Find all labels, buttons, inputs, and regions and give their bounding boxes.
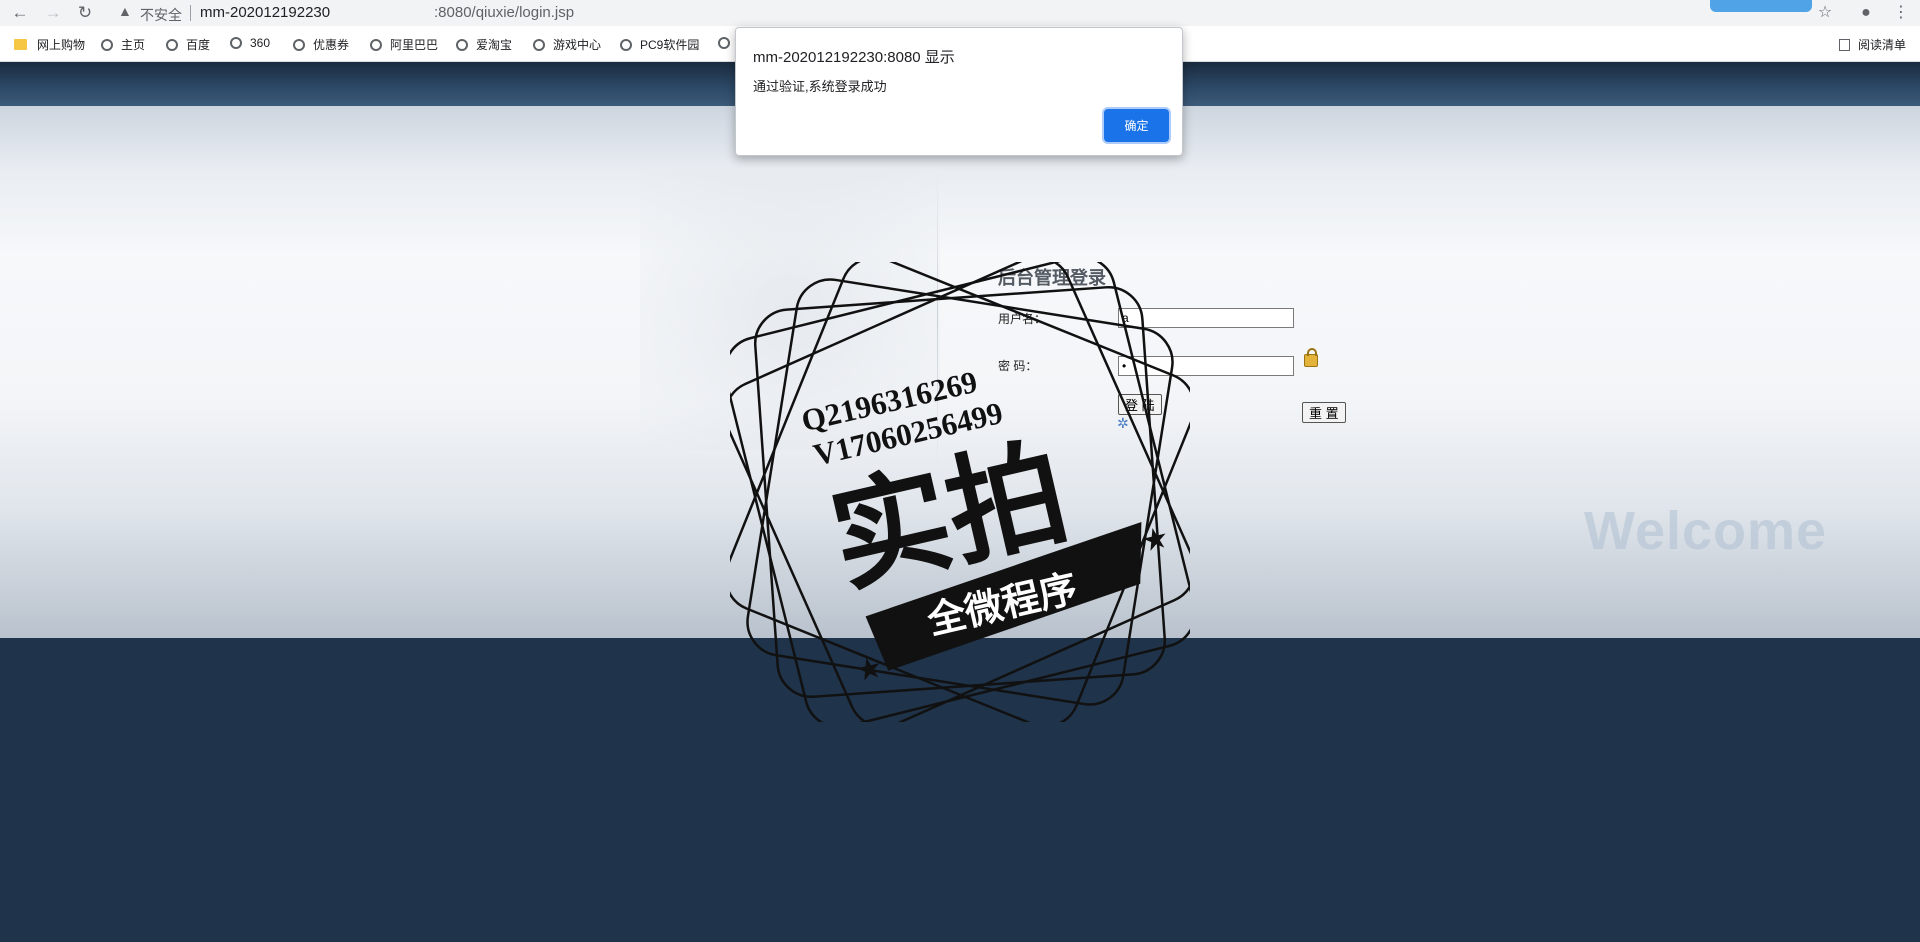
globe-icon [533, 39, 545, 51]
welcome-text: Welcome [1584, 501, 1828, 561]
security-label[interactable]: 不安全 [140, 5, 182, 25]
star-icon: ★ [852, 650, 886, 688]
forward-arrow-icon[interactable]: → [43, 3, 63, 23]
bookmark-item[interactable]: PC9软件园 [620, 36, 699, 53]
warning-icon: ▲ [118, 3, 132, 19]
globe-icon [101, 39, 113, 51]
star-icon[interactable]: ☆ [1814, 2, 1836, 24]
back-arrow-icon[interactable]: ← [10, 3, 30, 23]
browser-toolbar: ← → ↻ ▲ 不安全 mm-202012192230 :8080/qiuxie… [0, 0, 1920, 26]
alert-dialog: mm-202012192230:8080 显示 通过验证,系统登录成功 确定 [735, 27, 1183, 156]
alert-message: 通过验证,系统登录成功 [753, 79, 887, 94]
lock-icon [1304, 348, 1318, 367]
globe-icon [620, 39, 632, 51]
watermark-stamp: Q2196316269 V17060256499 实拍 全微程序 ★ ★ [730, 262, 1190, 722]
bookmark-item[interactable]: 主页 [101, 36, 145, 53]
extension-badge[interactable] [1710, 0, 1812, 12]
bookmark-item[interactable]: 网上购物 [14, 36, 85, 53]
reset-button[interactable]: 重 置 [1302, 402, 1346, 423]
globe-icon [293, 39, 305, 51]
globe-icon [230, 37, 242, 49]
globe-icon [718, 37, 730, 49]
address-bar[interactable]: ▲ 不安全 mm-202012192230 :8080/qiuxie/login… [108, 0, 1758, 26]
folder-icon [14, 39, 27, 50]
bookmark-item[interactable]: 爱淘宝 [456, 36, 512, 53]
profile-icon[interactable]: ● [1855, 2, 1877, 24]
bookmark-item[interactable]: 优惠券 [293, 36, 349, 53]
url-path[interactable]: :8080/qiuxie/login.jsp [434, 4, 574, 21]
url-host[interactable]: mm-202012192230 [200, 4, 330, 21]
globe-icon [456, 39, 468, 51]
bookmark-item[interactable]: 阿里巴巴 [370, 36, 438, 53]
paw-icon [166, 39, 178, 51]
bookmark-item[interactable]: 百度 [166, 36, 210, 53]
alert-title: mm-202012192230:8080 显示 [753, 49, 955, 66]
bookmark-item[interactable]: 游戏中心 [533, 36, 601, 53]
address-separator [190, 5, 191, 21]
alert-ok-button[interactable]: 确定 [1104, 109, 1169, 142]
menu-dots-icon[interactable]: ⋮ [1890, 2, 1912, 24]
reload-icon[interactable]: ↻ [75, 3, 95, 23]
globe-icon [370, 39, 382, 51]
bookmark-item[interactable]: 360 [230, 36, 270, 50]
reading-list-icon [1838, 39, 1850, 51]
reading-list-button[interactable]: 阅读清单 [1838, 36, 1906, 53]
